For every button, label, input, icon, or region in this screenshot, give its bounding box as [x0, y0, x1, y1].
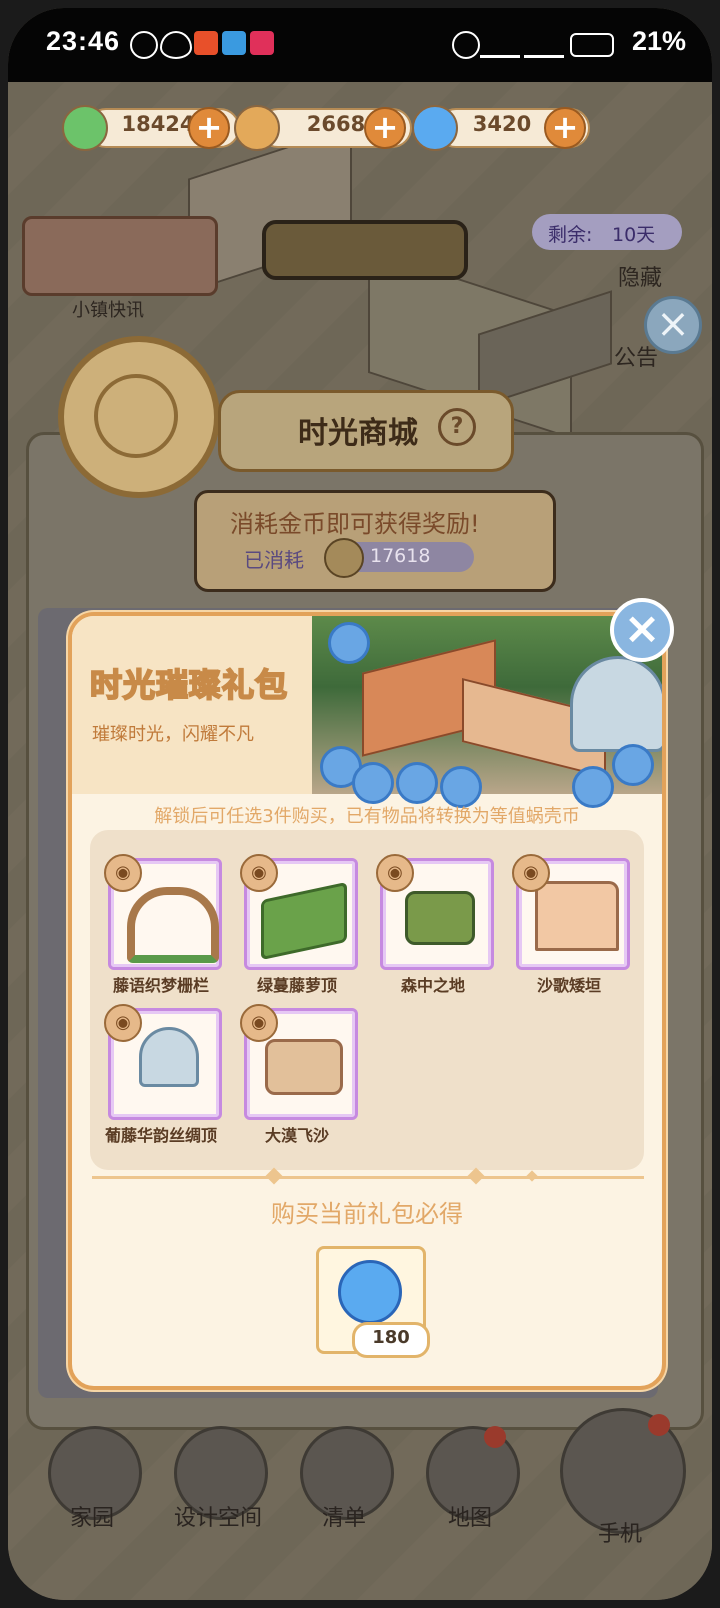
leaf-coin-icon [62, 105, 108, 151]
guaranteed-reward-title: 购买当前礼包必得 [271, 1200, 463, 1228]
status-bar: 23:46 21% [8, 8, 712, 82]
used-value: 17618 [370, 545, 431, 567]
book-app-icon [222, 31, 246, 55]
preview-eye-icon[interactable]: ◉ [240, 1004, 278, 1042]
preview-eye-icon[interactable]: ◉ [104, 1004, 142, 1042]
gold-coin-icon [234, 105, 280, 151]
status-time: 23:46 [46, 26, 121, 56]
gift-item-label: 森中之地 [400, 976, 465, 995]
nav-home-label: 家园 [69, 1506, 114, 1531]
gift-item-label: 绿蔓藤萝顶 [256, 976, 337, 995]
battery-percent: 21% [631, 26, 686, 56]
announcement-button[interactable]: 公告 [614, 340, 658, 372]
gift-item-label: 藤语织梦栅栏 [112, 976, 209, 995]
forest-floor-tile-icon [405, 891, 475, 945]
gift-pack-title: 时光璀璨礼包 [89, 665, 289, 705]
blue-cloud-icon [328, 622, 370, 664]
nav-design-space-label: 设计空间 [173, 1506, 262, 1531]
shell-currency-value: 3420 [472, 112, 532, 136]
section-divider [92, 1176, 644, 1179]
gold-coin-icon [324, 538, 364, 578]
battery-icon [570, 33, 614, 57]
app-notification-icon [194, 31, 218, 55]
remaining-label: 剩余: [548, 224, 593, 246]
map-notification-dot [484, 1426, 506, 1448]
nav-map-label: 地图 [447, 1506, 492, 1531]
speedometer-icon [130, 31, 158, 59]
nav-checklist-label: 清单 [321, 1506, 366, 1531]
help-icon[interactable]: ? [438, 408, 476, 446]
signal-4g-icon [480, 31, 520, 58]
preview-eye-icon[interactable]: ◉ [240, 854, 278, 892]
reward-quantity: 180 [372, 1327, 410, 1348]
gift-items-panel: ◉ 藤语织梦栅栏 ◉ 绿蔓藤萝顶 ◉ 森中之地 ◉ 沙歌矮垣 ◉ 葡藤华韵丝绸顶 [90, 830, 644, 1170]
divider-diamond [526, 1170, 538, 1182]
nav-phone-label: 手机 [597, 1522, 642, 1547]
hide-button[interactable]: 隐藏 [618, 260, 662, 292]
vine-fence-icon [127, 887, 219, 963]
desert-sand-tile-icon [265, 1039, 343, 1095]
phone-screen: 23:46 21% 18424 + 2668 + 3420 + 小镇快讯 剩余:… [8, 8, 712, 1600]
blue-cloud-icon [352, 762, 394, 804]
clock-face-icon [94, 374, 178, 458]
alarm-icon [452, 31, 480, 59]
video-app-icon [250, 31, 274, 55]
town-news-card[interactable] [22, 216, 218, 296]
signal-5g-icon [524, 31, 564, 58]
divider-diamond [467, 1167, 485, 1185]
blue-cloud-icon [396, 762, 438, 804]
shop-title: 时光商城 [298, 416, 418, 451]
add-leaf-currency-button[interactable]: + [188, 107, 230, 149]
add-coin-currency-button[interactable]: + [364, 107, 406, 149]
gift-item-label: 沙歌矮垣 [536, 976, 601, 995]
consume-hint-text: 消耗金币即可获得奖励! [230, 510, 480, 538]
vine-roof-icon [261, 881, 347, 961]
sand-low-wall-icon [535, 881, 619, 951]
add-shell-currency-button[interactable]: + [544, 107, 586, 149]
gift-pack-hint: 解锁后可任选3件购买，已有物品将转换为等值蜗壳币 [154, 806, 580, 827]
gift-item-label: 葡藤华韵丝绸顶 [104, 1126, 217, 1145]
close-icon[interactable]: × [610, 598, 674, 662]
remaining-days: 10天 [612, 224, 656, 246]
gift-pack-subtitle: 璀璨时光，闪耀不凡 [92, 724, 254, 745]
gift-item-label: 大漠飞沙 [264, 1126, 329, 1145]
preview-eye-icon[interactable]: ◉ [104, 854, 142, 892]
preview-eye-icon[interactable]: ◉ [512, 854, 550, 892]
preview-eye-icon[interactable]: ◉ [376, 854, 414, 892]
used-label: 已消耗 [244, 548, 304, 572]
phone-notification-dot [648, 1414, 670, 1436]
glass-dome-art [570, 656, 662, 752]
blue-cloud-icon [612, 744, 654, 786]
town-news-label: 小镇快讯 [72, 300, 144, 321]
snail-shell-coin-icon [338, 1260, 402, 1324]
gift-pack-modal: 时光璀璨礼包 璀璨时光，闪耀不凡 解锁后可任选3件购买，已有物品将转换为等值蜗壳… [68, 612, 666, 1390]
divider-diamond [265, 1167, 283, 1185]
gift-pack-banner-art [312, 616, 662, 808]
day-night-toggle[interactable] [262, 220, 468, 280]
eye-icon [160, 31, 192, 59]
glass-dome-roof-icon [139, 1027, 199, 1087]
